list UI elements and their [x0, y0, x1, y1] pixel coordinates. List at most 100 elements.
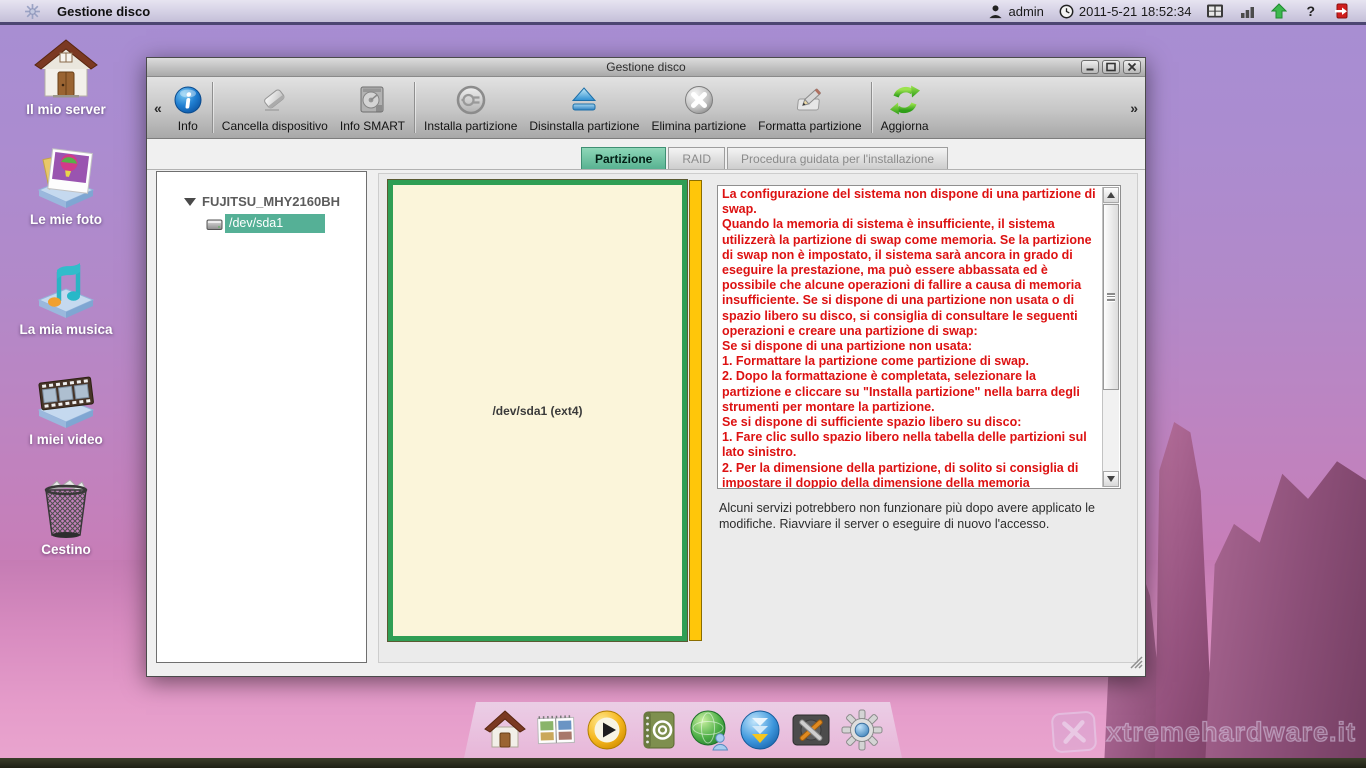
format-partition-button[interactable]: Formatta partizione — [752, 77, 867, 138]
partition-view-panel: /dev/sda1 (ext4) La configurazione del s… — [378, 173, 1138, 663]
desktop-icon-music[interactable]: La mia musica — [8, 254, 124, 340]
username: admin — [1008, 4, 1043, 19]
desktop-icon-label: Il mio server — [26, 102, 106, 117]
toolbar-overflow-left[interactable]: « — [149, 100, 167, 116]
dock-media-player-icon[interactable] — [584, 707, 630, 753]
window-controls — [1081, 60, 1141, 74]
delete-x-icon — [683, 82, 715, 118]
toolbar-separator — [871, 82, 872, 133]
up-arrow-icon[interactable] — [1271, 3, 1287, 19]
toolbar-label: Info — [178, 119, 198, 133]
toolbar-overflow-right[interactable]: » — [1125, 100, 1143, 116]
desktop-icon-label: I miei video — [29, 432, 103, 447]
info-line: Se si dispone di una partizione non usat… — [722, 339, 1096, 354]
toolbar-label: Info SMART — [340, 119, 405, 133]
scrollbar-thumb[interactable] — [1103, 204, 1119, 390]
tab-raid[interactable]: RAID — [668, 147, 725, 169]
watermark-logo-icon — [1051, 711, 1098, 754]
logout-icon[interactable] — [1334, 3, 1350, 19]
info-line: La configurazione del sistema non dispon… — [722, 187, 1096, 217]
device-tree-panel: FUJITSU_MHY2160BH /dev/sda1 — [156, 171, 367, 663]
pencil-icon — [793, 82, 827, 118]
info-line: Quando la memoria di sistema è insuffici… — [722, 217, 1096, 339]
disk-management-window: Gestione disco « Info — [146, 57, 1146, 677]
erase-device-button[interactable]: Cancella dispositivo — [216, 77, 334, 138]
scrollbar[interactable] — [1102, 187, 1119, 487]
bottom-edge-bar — [0, 758, 1366, 768]
tab-partizione[interactable]: Partizione — [581, 147, 666, 169]
tab-bar: Partizione RAID Procedura guidata per l'… — [147, 139, 1145, 170]
topbar-left: Gestione disco — [0, 3, 150, 20]
mount-partition-button[interactable]: Installa partizione — [418, 77, 523, 138]
partition-block-sda1[interactable]: /dev/sda1 (ext4) — [388, 180, 687, 641]
scroll-down-button[interactable] — [1103, 471, 1119, 487]
info-button[interactable]: Info — [167, 77, 209, 138]
dock-contacts-icon[interactable] — [635, 707, 681, 753]
dock-disk-utility-icon[interactable] — [788, 707, 834, 753]
apps-grid-icon[interactable] — [1206, 3, 1224, 19]
window-titlebar[interactable]: Gestione disco — [147, 58, 1145, 77]
desktop-icon-column: Il mio server Le mie foto — [8, 34, 124, 560]
videos-icon — [33, 364, 99, 430]
dock-home-icon[interactable] — [482, 707, 528, 753]
eject-icon — [568, 82, 600, 118]
dock — [464, 702, 902, 758]
desktop-icon-photos[interactable]: Le mie foto — [8, 144, 124, 230]
hard-disk-icon — [356, 82, 388, 118]
trash-icon — [35, 474, 97, 540]
user-menu[interactable]: admin — [988, 4, 1043, 19]
desktop-icon-server[interactable]: Il mio server — [8, 34, 124, 120]
resize-grip[interactable] — [1128, 654, 1143, 674]
topbar-right: admin 2011-5-21 18:52:34 ? — [988, 3, 1366, 19]
free-space-block[interactable] — [689, 180, 702, 641]
dock-photo-album-icon[interactable] — [533, 707, 579, 753]
desktop-icon-trash[interactable]: Cestino — [8, 474, 124, 560]
window-title: Gestione disco — [147, 60, 1145, 74]
watermark: xtremehardware.it — [1052, 712, 1356, 752]
toolbar-label: Aggiorna — [881, 119, 929, 133]
desktop-icon-label: Cestino — [41, 542, 91, 557]
info-line: 1. Formattare la partizione come partizi… — [722, 354, 1096, 369]
maximize-button[interactable] — [1102, 60, 1120, 74]
close-button[interactable] — [1123, 60, 1141, 74]
scroll-up-button[interactable] — [1103, 187, 1119, 203]
delete-partition-button[interactable]: Elimina partizione — [645, 77, 752, 138]
tree-partition-node[interactable]: /dev/sda1 — [206, 214, 366, 233]
unmount-partition-button[interactable]: Disinstalla partizione — [523, 77, 645, 138]
toolbar-separator — [212, 82, 213, 133]
smart-info-button[interactable]: Info SMART — [334, 77, 411, 138]
help-button[interactable]: ? — [1302, 3, 1319, 19]
dock-network-icon[interactable] — [686, 707, 732, 753]
expand-arrow-icon[interactable] — [184, 198, 196, 206]
desktop: Gestione disco admin 2011-5-21 18:52:34 — [0, 0, 1366, 768]
toolbar-label: Disinstalla partizione — [529, 119, 639, 133]
eraser-icon — [258, 82, 292, 118]
partition-map: /dev/sda1 (ext4) — [388, 180, 702, 641]
desktop-icon-label: Le mie foto — [30, 212, 102, 227]
refresh-button[interactable]: Aggiorna — [875, 77, 935, 138]
info-line: 2. Per la dimensione della partizione, d… — [722, 461, 1096, 489]
clock-area: 2011-5-21 18:52:34 — [1059, 4, 1192, 19]
toolbar-label: Elimina partizione — [651, 119, 746, 133]
app-title: Gestione disco — [57, 4, 150, 19]
info-line: Se si dispone di sufficiente spazio libe… — [722, 415, 1096, 430]
desktop-icon-label: La mia musica — [19, 322, 112, 337]
widgets-icon[interactable] — [1239, 4, 1256, 19]
minimize-button[interactable] — [1081, 60, 1099, 74]
thumb-grip — [1107, 296, 1115, 298]
swap-info-panel: La configurazione del sistema non dispon… — [717, 185, 1121, 489]
partition-block-label: /dev/sda1 (ext4) — [492, 404, 582, 418]
photos-icon — [33, 144, 99, 210]
user-icon — [988, 4, 1003, 19]
info-icon — [173, 82, 203, 118]
tab-setup-wizard[interactable]: Procedura guidata per l'installazione — [727, 147, 948, 169]
tree-device-node[interactable]: FUJITSU_MHY2160BH — [157, 194, 366, 209]
dock-settings-icon[interactable] — [839, 707, 885, 753]
toolbar-label: Cancella dispositivo — [222, 119, 328, 133]
window-toolbar: « Info Cancella dispositivo — [147, 77, 1145, 139]
dock-download-icon[interactable] — [737, 707, 783, 753]
info-line: 1. Fare clic sullo spazio libero nella t… — [722, 430, 1096, 460]
system-menu-icon[interactable] — [24, 3, 41, 20]
desktop-icon-videos[interactable]: I miei video — [8, 364, 124, 450]
system-topbar: Gestione disco admin 2011-5-21 18:52:34 — [0, 0, 1366, 25]
